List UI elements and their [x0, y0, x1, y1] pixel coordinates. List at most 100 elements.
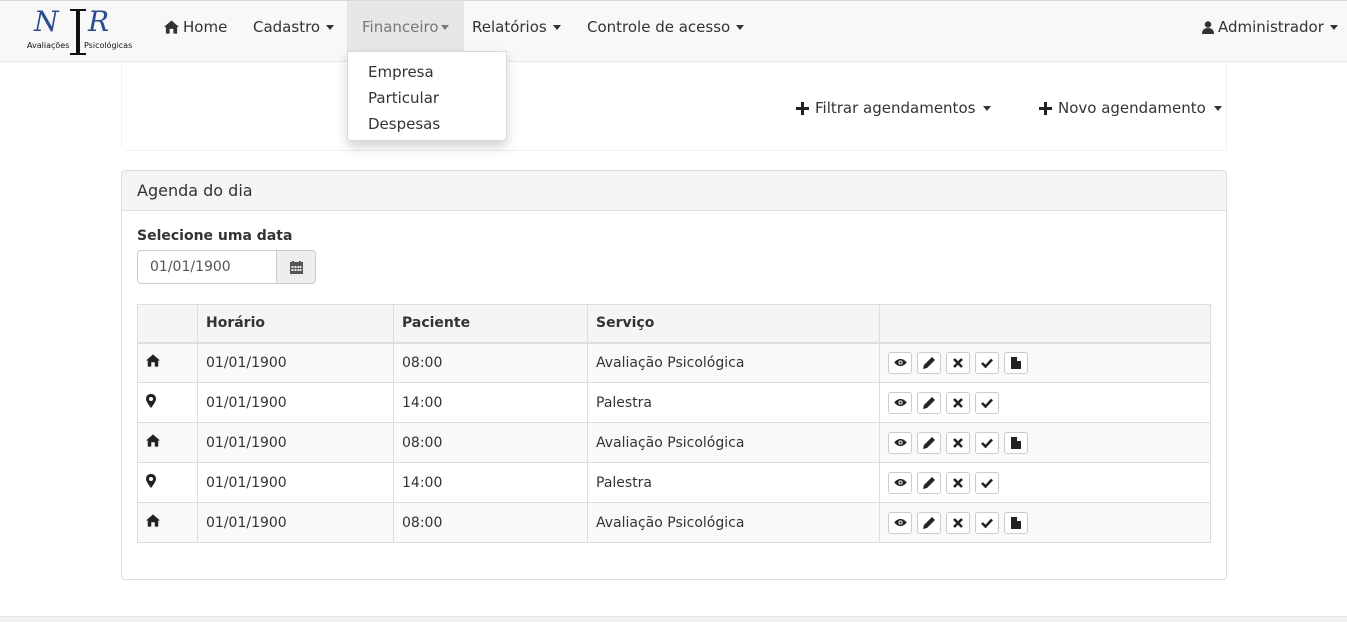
nav-controle-acesso[interactable]: Controle de acesso: [587, 1, 745, 53]
confirm-button[interactable]: [975, 351, 999, 374]
caret-down-icon: [552, 25, 561, 30]
nav-financeiro[interactable]: Financeiro: [347, 1, 464, 53]
map-marker-icon: [146, 393, 156, 408]
nav-user-label: Administrador: [1218, 18, 1324, 36]
eye-icon: [893, 359, 907, 367]
edit-button[interactable]: [917, 511, 941, 534]
view-button[interactable]: [888, 391, 912, 414]
svg-text:Avaliações: Avaliações: [27, 41, 69, 50]
filter-appointments-button[interactable]: Filtrar agendamentos: [796, 99, 992, 117]
table-header-row: Horário Paciente Serviço: [137, 304, 1211, 344]
date-label: Selecione uma data: [137, 228, 293, 244]
cancel-button[interactable]: [946, 431, 970, 454]
row-type-cell: [137, 502, 198, 543]
cell-horario: 01/01/1900: [197, 502, 394, 543]
row-type-cell: [137, 462, 198, 503]
nav-relatorios[interactable]: Relatórios: [472, 1, 561, 53]
date-input[interactable]: [137, 250, 278, 284]
table-row: 01/01/1900 14:00 Palestra: [137, 382, 1211, 423]
view-button[interactable]: [888, 511, 912, 534]
svg-text:N: N: [33, 7, 60, 38]
actions-cell: [879, 422, 1211, 463]
pencil-icon: [923, 436, 935, 449]
document-button[interactable]: [1004, 431, 1028, 454]
table-row: 01/01/1900 08:00 Avaliação Psicológica: [137, 342, 1211, 383]
eye-icon: [893, 478, 907, 487]
actions-cell: [879, 382, 1211, 423]
view-button[interactable]: [888, 471, 912, 494]
footer-divider: [0, 616, 1347, 622]
cell-horario: 01/01/1900: [197, 342, 394, 383]
nav-user-menu[interactable]: Administrador: [1202, 1, 1338, 53]
cancel-button[interactable]: [946, 391, 970, 414]
table-header-actions: [879, 304, 1211, 344]
confirm-button[interactable]: [975, 471, 999, 494]
edit-button[interactable]: [917, 391, 941, 414]
nav-relatorios-label: Relatórios: [472, 18, 547, 36]
new-appointment-button[interactable]: Novo agendamento: [1039, 99, 1222, 117]
view-button[interactable]: [888, 431, 912, 454]
check-icon: [981, 358, 993, 368]
cell-paciente: 08:00: [393, 502, 588, 543]
cancel-button[interactable]: [946, 351, 970, 374]
agenda-table: Horário Paciente Serviço 01/01/1900 08:0…: [137, 304, 1211, 543]
cell-paciente: 14:00: [393, 382, 588, 423]
cell-paciente: 08:00: [393, 342, 588, 383]
dropdown-item-despesas[interactable]: Despesas: [348, 111, 506, 137]
plus-icon: [796, 102, 809, 115]
pencil-icon: [923, 396, 935, 409]
check-icon: [981, 438, 993, 448]
cancel-button[interactable]: [946, 471, 970, 494]
nav-controle-label: Controle de acesso: [587, 18, 731, 36]
cell-servico: Avaliação Psicológica: [587, 342, 880, 383]
cell-horario: 01/01/1900: [197, 462, 394, 503]
nav-cadastro[interactable]: Cadastro: [253, 1, 335, 53]
confirm-button[interactable]: [975, 431, 999, 454]
cell-servico: Palestra: [587, 462, 880, 503]
nav-cadastro-label: Cadastro: [253, 18, 321, 36]
file-icon: [1011, 516, 1021, 529]
eye-icon: [893, 438, 907, 447]
cell-horario: 01/01/1900: [197, 422, 394, 463]
pencil-icon: [923, 356, 935, 369]
table-row: 01/01/1900 08:00 Avaliação Psicológica: [137, 502, 1211, 543]
confirm-button[interactable]: [975, 391, 999, 414]
cell-servico: Avaliação Psicológica: [587, 422, 880, 463]
nav-financeiro-label: Financeiro: [362, 18, 439, 36]
document-button[interactable]: [1004, 351, 1028, 374]
dropdown-item-particular[interactable]: Particular: [348, 85, 506, 111]
eye-icon: [893, 398, 907, 407]
pencil-icon: [923, 516, 935, 529]
actions-cell: [879, 462, 1211, 503]
nav-home[interactable]: Home: [164, 1, 227, 53]
date-picker: [137, 250, 316, 284]
row-type-cell: [137, 382, 198, 423]
cell-paciente: 08:00: [393, 422, 588, 463]
panel-title: Agenda do dia: [122, 171, 1226, 211]
cell-paciente: 14:00: [393, 462, 588, 503]
caret-down-icon: [736, 25, 745, 30]
table-row: 01/01/1900 14:00 Palestra: [137, 462, 1211, 503]
document-button[interactable]: [1004, 511, 1028, 534]
remove-icon: [953, 357, 963, 368]
caret-down-icon: [983, 106, 992, 111]
brand-logo[interactable]: N R Avaliações Psicológicas: [26, 7, 140, 57]
edit-button[interactable]: [917, 351, 941, 374]
remove-icon: [953, 397, 963, 408]
confirm-button[interactable]: [975, 511, 999, 534]
view-button[interactable]: [888, 351, 912, 374]
cancel-button[interactable]: [946, 511, 970, 534]
caret-down-icon: [1329, 25, 1338, 30]
calendar-button[interactable]: [276, 250, 316, 284]
edit-button[interactable]: [917, 431, 941, 454]
pencil-icon: [923, 476, 935, 489]
check-icon: [981, 478, 993, 488]
remove-icon: [953, 437, 963, 448]
dropdown-item-empresa[interactable]: Empresa: [348, 59, 506, 85]
edit-button[interactable]: [917, 471, 941, 494]
check-icon: [981, 518, 993, 528]
svg-text:R: R: [87, 7, 109, 38]
caret-down-icon: [326, 25, 335, 30]
toolbar: Filtrar agendamentos Novo agendamento: [121, 62, 1227, 151]
remove-icon: [953, 517, 963, 528]
